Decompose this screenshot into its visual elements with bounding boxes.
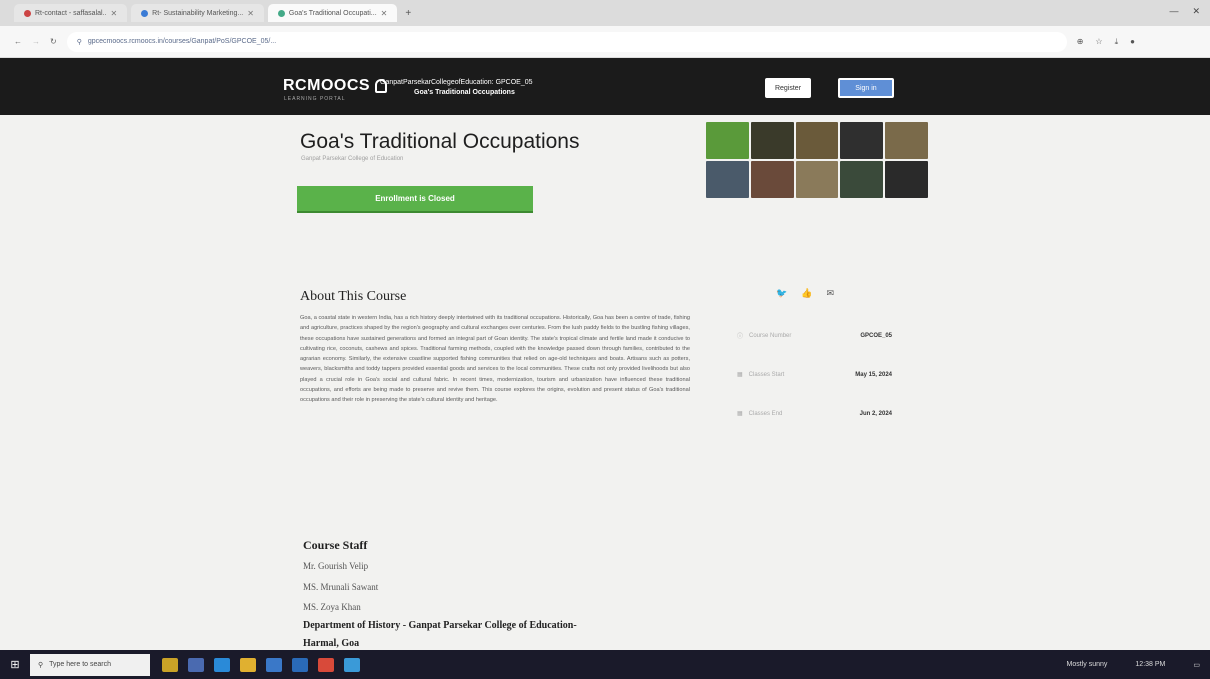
browser-toolbar-right: ⊕ ☆ ⤓ ● [1077,37,1135,47]
tab-favicon-icon [24,9,31,17]
forward-icon[interactable]: → [32,37,40,46]
start-menu-icon[interactable]: ⊞ [0,650,30,679]
staff-member: MS. Zoya Khan [303,602,361,612]
weather-status[interactable]: Mostly sunny [1067,661,1108,668]
course-number-row: ⓘ Course Number GPCOE_05 [737,331,892,341]
taskbar-search[interactable]: ⚲ Type here to search [30,653,150,676]
about-body: Goa, a coastal state in western India, h… [300,315,690,404]
browser-tab[interactable]: Rt-contact - saffasalal.. ✕ [14,4,128,22]
header-course-code: GanpatParsekarCollegeofEducation: GPCOE_… [380,79,533,86]
header-course-info: GanpatParsekarCollegeofEducation: GPCOE_… [380,78,533,98]
info-icon: ⓘ [737,334,744,340]
url-text: gpcecmoocs.rcmoocs.in/courses/Ganpat/PoS… [87,38,277,45]
collage-photo [706,161,749,198]
share-icons: 🐦 👍 ✉ [776,288,834,299]
chrome-icon[interactable] [318,657,334,672]
logo-subtitle: LEARNING PORTAL [284,96,346,102]
collage-photo [840,161,884,198]
mail-icon[interactable] [292,657,308,672]
collage-photo [795,122,839,159]
taskbar-app-icon[interactable] [162,657,178,672]
department-location: Harmal, Goa [303,638,360,649]
reload-icon[interactable]: ↻ [50,37,57,46]
about-heading: About This Course [300,289,407,304]
calendar-icon: ▦ [737,411,743,417]
edge-icon[interactable] [214,657,230,672]
site-header: RCMOOCS LEARNING PORTAL GanpatParsekarCo… [0,58,1210,115]
tab-close-icon[interactable]: ✕ [110,9,117,18]
collage-photo [885,122,928,159]
classes-start-label: Classes Start [748,371,785,378]
staff-member: Mr. Gourish Velip [303,561,369,571]
email-icon[interactable]: ✉ [826,288,834,299]
header-course-name: Goa's Traditional Occupations [414,89,515,96]
course-staff-heading: Course Staff [303,538,368,552]
address-bar-row: ← → ↻ ⚲ gpcecmoocs.rcmoocs.in/courses/Ga… [0,26,1210,58]
browser-tab[interactable]: Rt- Sustainability Marketing... ✕ [131,4,264,22]
collage-photo [885,161,928,198]
logo-text: RCMOOCS [283,77,371,94]
sign-in-button[interactable]: Sign in [838,78,894,98]
collage-photo [750,122,794,159]
clock[interactable]: 12:38 PM [1135,661,1165,668]
profile-avatar-icon[interactable]: ● [1130,37,1135,47]
browser-tab-active[interactable]: Goa's Traditional Occupati... ✕ [267,4,398,22]
site-info-icon[interactable]: ⚲ [77,38,82,46]
windows-taskbar: ⊞ ⚲ Type here to search Mostly sunny 12:… [0,650,1210,679]
minimize-icon[interactable]: — [1169,6,1178,17]
course-image-collage [706,122,928,198]
classes-start-row: ▦ Classes Start May 15, 2024 [737,371,892,379]
enrollment-closed-button[interactable]: Enrollment is Closed [297,186,533,213]
notifications-icon[interactable]: ▭ [1193,661,1200,669]
classes-end-label: Classes End [748,410,783,417]
tab-close-icon[interactable]: ✕ [381,9,388,18]
tab-label: Goa's Traditional Occupati... [288,9,377,17]
collage-photo [795,161,839,198]
course-title: Goa's Traditional Occupations [300,130,580,153]
collage-photo [840,122,884,159]
download-icon[interactable]: ⤓ [1115,37,1119,47]
taskbar-search-placeholder: Type here to search [49,661,112,668]
bookmark-star-icon[interactable]: ☆ [1095,37,1102,47]
collage-photo [750,161,794,198]
classes-end-row: ▦ Classes End Jun 2, 2024 [737,410,892,418]
tab-favicon-icon [277,9,285,17]
register-button[interactable]: Register [765,78,811,98]
course-number-value: GPCOE_05 [860,332,892,339]
photos-icon[interactable] [344,657,360,672]
window-controls: — ✕ [1169,6,1200,17]
file-explorer-icon[interactable] [240,657,256,672]
tab-label: Rt- Sustainability Marketing... [152,9,244,17]
collage-photo [706,122,749,159]
store-icon[interactable] [266,657,282,672]
staff-member: MS. Mrunali Sawant [303,582,379,592]
calendar-icon: ▦ [737,372,743,378]
tab-label: Rt-contact - saffasalal.. [35,9,107,17]
browser-tab-strip: Rt-contact - saffasalal.. ✕ Rt- Sustaina… [0,0,1210,26]
department-name: Department of History - Ganpat Parsekar … [303,620,577,631]
new-tab-icon[interactable]: + [405,8,411,19]
task-view-icon[interactable] [188,657,204,672]
rcmoocs-logo[interactable]: RCMOOCS [283,77,388,95]
twitter-icon[interactable]: 🐦 [776,288,787,299]
taskbar-apps [162,657,360,672]
url-field[interactable]: ⚲ gpcecmoocs.rcmoocs.in/courses/Ganpat/P… [66,31,1067,52]
course-number-label: Course Number [749,332,792,339]
classes-end-value: Jun 2, 2024 [859,410,892,417]
zoom-icon[interactable]: ⊕ [1077,37,1084,47]
tab-favicon-icon [141,9,149,17]
tab-close-icon[interactable]: ✕ [247,9,254,18]
course-organization: Ganpat Parsekar College of Education [301,156,404,162]
classes-start-value: May 15, 2024 [855,371,892,378]
close-window-icon[interactable]: ✕ [1192,6,1200,17]
search-icon: ⚲ [38,661,44,669]
back-icon[interactable]: ← [14,37,22,46]
facebook-like-icon[interactable]: 👍 [801,288,812,299]
system-tray: Mostly sunny 12:38 PM ▭ [1067,650,1200,679]
